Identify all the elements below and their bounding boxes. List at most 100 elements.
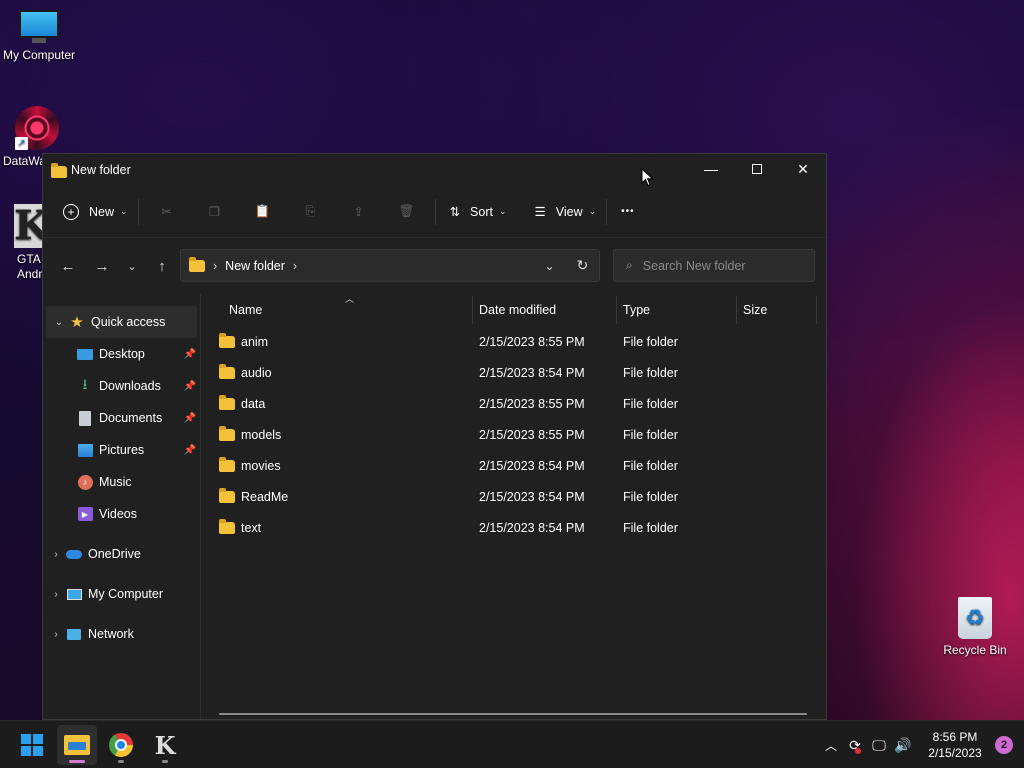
chevron-right-icon: › [54,628,58,640]
sidebar-item-label: Videos [99,507,137,521]
notification-badge[interactable]: 2 [995,736,1013,754]
navigation-pane: ⌄ ★ Quick access Desktop 📌 ⭳ Downloads 📌… [43,294,201,719]
search-box[interactable]: ⌕ [613,249,815,282]
sidebar-item-videos[interactable]: ▶ Videos [43,498,200,530]
taskbar-chrome[interactable] [101,725,141,765]
chevron-right-icon: › [54,588,58,600]
picture-icon [77,442,93,458]
refresh-icon: ↻ [576,257,589,273]
clock-time: 8:56 PM [932,730,978,744]
download-icon: ⭳ [82,376,88,392]
taskbar: K ︿ ⟳ 🖵 🔊 8:56 PM 2/15/2023 2 [0,720,1024,768]
rename-button[interactable]: ⎘ [287,195,335,229]
up-button[interactable]: ↑ [145,250,179,282]
horizontal-scrollbar[interactable] [219,713,807,715]
table-row[interactable]: models 2/15/2023 8:55 PM File folder [201,419,826,450]
arrow-left-icon: ← [60,257,76,275]
breadcrumb-new-folder[interactable]: New folder [225,259,285,273]
search-input[interactable] [642,258,793,273]
plus-circle-icon: + [63,203,79,220]
cut-button[interactable]: ✂ [143,195,191,229]
recent-locations-button[interactable]: ⌄ [119,250,145,282]
table-row[interactable]: ReadMe 2/15/2023 8:54 PM File folder [201,481,826,512]
sidebar-item-music[interactable]: ♪ Music [43,466,200,498]
divider [606,198,608,225]
type-cell: File folder [623,365,678,380]
delete-button[interactable]: 🗑 [383,195,431,229]
minimize-button[interactable]: — [688,154,734,184]
table-row[interactable]: audio 2/15/2023 8:54 PM File folder [201,357,826,388]
folder-icon [219,425,235,441]
datawave-icon: ↗ [15,106,59,150]
show-hidden-icons-button[interactable]: ︿ [819,737,843,754]
explorer-body: ⌄ ★ Quick access Desktop 📌 ⭳ Downloads 📌… [43,294,826,719]
view-button[interactable]: ☰ View ⌄ [529,195,603,229]
chevron-down-icon: ⌄ [588,206,597,216]
clock-button[interactable]: 8:56 PM 2/15/2023 [921,729,989,761]
type-cell: File folder [623,396,678,411]
sidebar-item-my-computer[interactable]: › My Computer [43,578,200,610]
sidebar-item-quick-access[interactable]: ⌄ ★ Quick access [46,306,197,338]
address-dropdown-button[interactable]: ⌄ [533,250,566,281]
table-row[interactable]: text 2/15/2023 8:54 PM File folder [201,512,826,543]
start-button[interactable] [12,725,52,765]
file-rows: anim 2/15/2023 8:55 PM File folder audio… [201,326,826,543]
forward-button[interactable]: → [85,250,119,282]
refresh-button[interactable]: ↻ [566,250,599,281]
column-header-label: Size [743,303,768,317]
paste-button[interactable]: 📋 [239,195,287,229]
sidebar-item-label: Music [99,475,132,489]
table-row[interactable]: data 2/15/2023 8:55 PM File folder [201,388,826,419]
column-header-size[interactable]: Size [737,294,817,326]
folder-icon [219,394,235,410]
cloud-icon [66,546,82,562]
taskbar-gta-app[interactable]: K [145,725,185,765]
desktop-icon [77,346,93,362]
close-icon: ✕ [797,160,809,177]
type-cell: File folder [623,489,678,504]
title-bar[interactable]: New folder — ✕ [43,154,826,186]
taskbar-file-explorer[interactable] [57,725,97,765]
sidebar-item-network[interactable]: › Network [43,618,200,650]
back-button[interactable]: ← [51,250,85,282]
table-row[interactable]: movies 2/15/2023 8:54 PM File folder [201,450,826,481]
desktop-icon-recycle-bin[interactable]: ♻ Recycle Bin [935,597,1015,657]
close-button[interactable]: ✕ [780,154,826,184]
address-bar[interactable]: › New folder › ⌄ ↻ [180,249,600,282]
chevron-up-icon: ︿ [824,738,837,753]
sync-status-button[interactable]: ⟳ [843,737,867,754]
desktop-icon-my-computer[interactable]: My Computer [0,10,79,62]
sidebar-item-onedrive[interactable]: › OneDrive [43,538,200,570]
network-status-button[interactable]: 🖵 [867,737,891,754]
sidebar-item-desktop[interactable]: Desktop 📌 [43,338,200,370]
share-button[interactable]: ⇪ [335,195,383,229]
date-cell: 2/15/2023 8:54 PM [479,520,585,535]
column-header-name[interactable]: Name [223,294,473,326]
file-name: ReadMe [241,489,289,504]
desktop-icon-label: Recycle Bin [943,643,1007,657]
chevron-down-icon: ⌄ [54,316,64,328]
table-row[interactable]: anim 2/15/2023 8:55 PM File folder [201,326,826,357]
column-header-label: Type [623,303,651,317]
folder-icon [219,363,235,379]
pin-icon: 📌 [183,380,196,392]
column-divider[interactable] [816,296,817,324]
new-button[interactable]: + New ⌄ [57,195,134,229]
volume-button[interactable]: 🔊 [891,737,915,754]
more-options-button[interactable]: ••• [615,195,641,229]
star-icon: ★ [70,314,84,331]
folder-icon [219,332,235,348]
copy-button[interactable]: ❐ [191,195,239,229]
folder-icon [219,518,235,534]
sidebar-item-pictures[interactable]: Pictures 📌 [43,434,200,466]
trash-icon: 🗑 [398,204,415,218]
pin-icon: 📌 [183,348,196,360]
sidebar-item-documents[interactable]: Documents 📌 [43,402,200,434]
sidebar-item-downloads[interactable]: ⭳ Downloads 📌 [43,370,200,402]
sort-button[interactable]: ⇅ Sort ⌄ [444,195,513,229]
maximize-button[interactable] [734,154,780,184]
copy-icon: ❐ [208,205,221,219]
speaker-icon: 🔊 [894,736,912,753]
column-header-type[interactable]: Type [617,294,737,326]
column-header-date[interactable]: Date modified [473,294,617,326]
